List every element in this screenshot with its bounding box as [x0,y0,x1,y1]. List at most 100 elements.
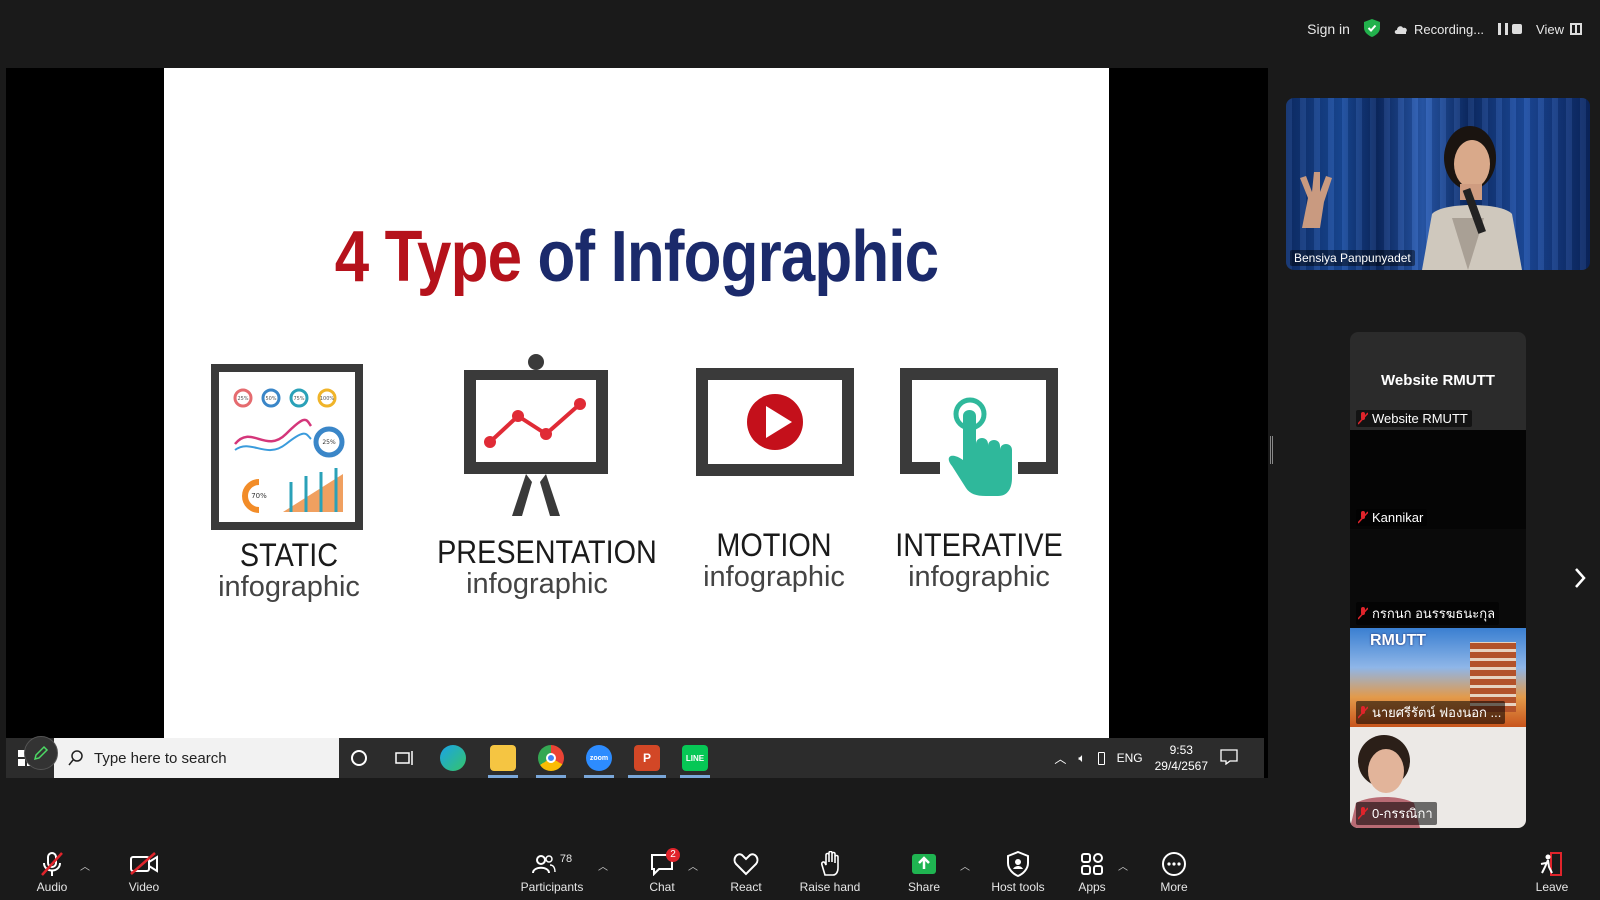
tray-overflow-chevron-icon[interactable]: ︿ [1054,750,1066,767]
view-label: View [1536,21,1564,37]
participants-icon [531,855,556,874]
share-screen-button[interactable]: Share [884,850,964,894]
gallery-tile[interactable]: 0-กรรณิกา [1350,727,1526,828]
host-tools-button[interactable]: Host tools [974,850,1062,894]
presentation-label-line2: infographic [466,568,608,600]
speaker-name: Bensiya Panpunyadet [1290,250,1415,266]
powerpoint-icon[interactable]: P [634,745,660,771]
taskbar-clock[interactable]: 9:53 29/4/2567 [1155,742,1208,774]
react-button[interactable]: React [706,850,786,894]
clock-date: 29/4/2567 [1154,759,1208,773]
participant-name: นายศรีรัตน์ ฟองนอก ... [1356,701,1506,724]
line-active-indicator [680,775,710,778]
search-placeholder: Type here to search [94,749,227,767]
react-label: React [730,880,762,894]
share-label: Share [907,880,941,894]
heart-icon [733,853,759,876]
gallery-tile[interactable]: Kannikar [1350,430,1526,529]
system-tray: ︿ 🔈︎ ENG 9:53 29/4/2567 [1054,738,1264,778]
windows-taskbar: Type here to search zoom P LINE ︿ 🔈︎ ENG… [6,738,1264,778]
edge-browser-icon[interactable] [440,745,466,771]
apps-options-caret-icon[interactable]: ︿ [1118,858,1128,873]
chat-unread-badge: 2 [666,848,680,862]
top-right-controls: Sign in Recording... View [1307,18,1582,40]
video-off-icon [130,852,158,875]
muted-mic-icon [1358,706,1368,719]
file-explorer-icon[interactable] [490,745,516,771]
chat-label: Chat [649,880,675,894]
share-arrow-icon [912,854,936,874]
speaker-person-image [1422,126,1522,270]
chrome-browser-icon[interactable] [538,745,564,771]
participant-name: Website RMUTT [1356,410,1472,427]
participants-label: Participants [520,880,584,894]
more-ellipsis-icon [1162,852,1186,876]
notifications-icon[interactable] [1220,748,1238,768]
meeting-controls-toolbar: Audio ︿ Video 78 Participants ︿ 2 Chat ︿… [0,844,1600,900]
video-button[interactable]: Video [104,850,184,894]
interactive-label-line1: INTERATIVE [895,527,1063,563]
language-indicator[interactable]: ENG [1117,751,1143,765]
audio-options-caret-icon[interactable]: ︿ [80,858,90,873]
participant-name: 0-กรรณิกา [1356,802,1437,825]
presentation-board-icon [456,354,616,518]
participant-name: Kannikar [1356,509,1428,526]
apps-label: Apps [1078,880,1106,894]
next-page-chevron-icon[interactable] [1572,566,1588,590]
chart-label-25: 25% [237,396,248,402]
raise-hand-icon [821,851,839,876]
muted-mic-icon [1358,412,1368,425]
interactive-infographic-label: INTERATIVE infographic [876,528,1082,592]
slide-title-navy: of Infographic [521,217,940,297]
participant-name: กรกนก อนรรฆธนะกุล [1356,602,1500,625]
static-label-line1: STATIC [239,537,339,573]
cortana-icon[interactable] [346,745,372,771]
recording-label: Recording... [1413,21,1485,37]
share-options-caret-icon[interactable]: ︿ [960,858,970,873]
leave-door-icon [1540,852,1562,876]
gallery-tile[interactable]: กรกนก อนรรฆธนะกุล [1350,529,1526,628]
raise-hand-button[interactable]: Raise hand [790,850,870,894]
sign-in-button[interactable]: Sign in [1307,21,1350,37]
slide-title-red: 4 Type [334,217,522,297]
recording-indicator[interactable]: Recording... [1394,22,1484,37]
task-view-icon[interactable] [392,745,418,771]
audio-label: Audio [36,880,68,894]
presentation-infographic-label: PRESENTATION infographic [426,535,657,600]
gallery-tile[interactable]: Website RMUTT Website RMUTT [1350,332,1526,430]
active-speaker-video[interactable]: Bensiya Panpunyadet [1286,98,1590,270]
slide-title: 4 Type of Infographic [230,216,1043,298]
encryption-shield-icon[interactable] [1363,18,1380,40]
participants-button[interactable]: 78 Participants [512,850,592,894]
chat-options-caret-icon[interactable]: ︿ [688,858,698,873]
host-tools-label: Host tools [991,880,1045,894]
stop-recording-icon[interactable] [1512,24,1523,34]
gallery-tile[interactable]: RMUTT นายศรีรัตน์ ฟองนอก ... [1350,628,1526,727]
speaker-volume-icon[interactable]: 🔈︎ [1078,751,1085,766]
view-grid-icon [1570,23,1582,35]
chart-label-70: 70% [251,492,267,500]
static-label-line2: infographic [218,571,360,603]
panel-resize-handle[interactable] [1270,436,1273,464]
taskbar-search-box[interactable]: Type here to search [54,738,339,778]
more-label: More [1160,880,1188,894]
line-app-icon[interactable]: LINE [682,745,708,771]
battery-icon[interactable] [1097,751,1105,765]
chart-label-25b: 25% [322,439,336,446]
view-button[interactable]: View [1536,22,1582,37]
clock-time: 9:53 [1169,743,1193,757]
zoom-active-indicator [584,775,614,778]
presentation-slide: 4 Type of Infographic 25% 50% 75% 100% 2… [164,68,1109,738]
file-explorer-active-indicator [488,775,518,778]
leave-label: Leave [1535,880,1569,894]
pause-recording-icon[interactable] [1498,23,1509,35]
zoom-app-icon[interactable]: zoom [586,745,612,771]
interactive-touch-icon [900,368,1058,498]
participants-options-caret-icon[interactable]: ︿ [598,858,608,873]
annotate-pen-button[interactable] [24,736,58,770]
chart-label-50: 50% [265,396,276,402]
pen-icon [33,745,49,761]
more-button[interactable]: More [1134,850,1214,894]
participant-gallery: Website RMUTT Website RMUTT Kannikar กรก… [1350,332,1526,828]
leave-meeting-button[interactable]: Leave [1512,850,1592,894]
